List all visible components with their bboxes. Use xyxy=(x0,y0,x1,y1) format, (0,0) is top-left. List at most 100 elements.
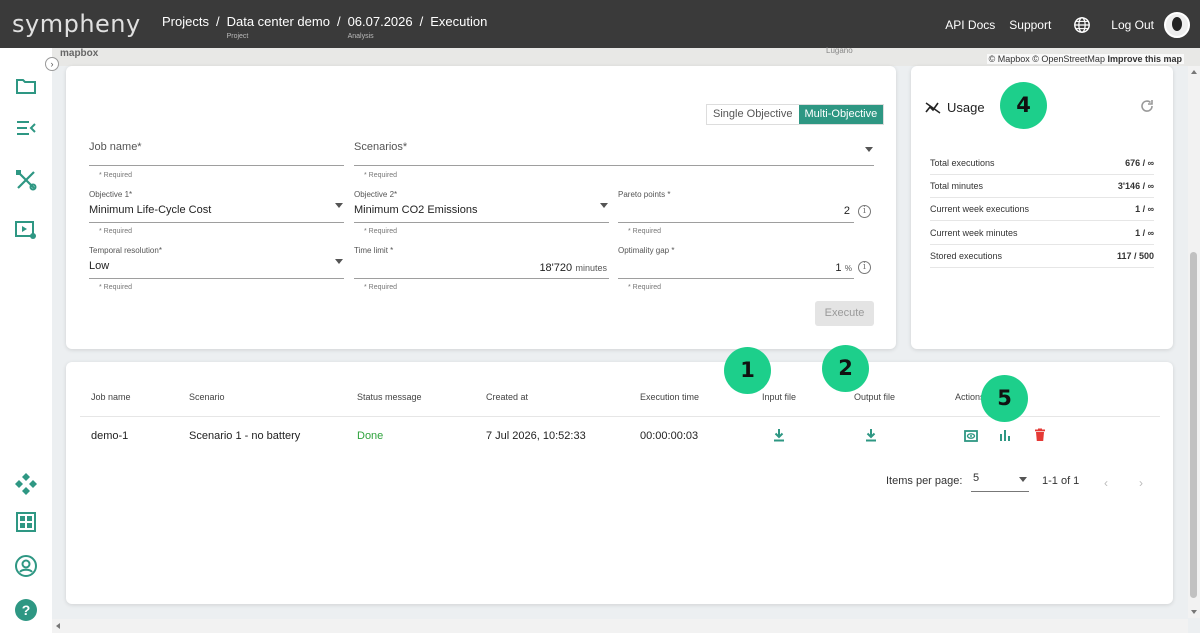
pareto-points-hint: * Required xyxy=(628,228,662,235)
annotation-badge-5: 5 xyxy=(981,375,1028,422)
items-per-page-select[interactable]: 5 xyxy=(971,470,1029,492)
chevron-down-icon xyxy=(335,203,343,208)
objective1-select[interactable]: Objective 1* Minimum Life-Cycle Cost * R… xyxy=(89,190,344,235)
objective-toggle: Single Objective Multi-Objective xyxy=(706,104,885,125)
column-header-scenario[interactable]: Scenario xyxy=(189,392,225,402)
download-output-icon[interactable] xyxy=(864,428,878,442)
single-objective-button[interactable]: Single Objective xyxy=(707,105,799,124)
app-logo[interactable]: sympheny xyxy=(12,10,141,38)
map-place-label: Lugano xyxy=(826,46,853,55)
refresh-icon[interactable] xyxy=(1140,99,1154,113)
pareto-points-input[interactable]: Pareto points * 2 * Required xyxy=(618,190,854,235)
temporal-resolution-select[interactable]: Temporal resolution* Low * Required xyxy=(89,246,344,291)
scroll-left-icon[interactable] xyxy=(56,623,60,629)
optimality-info-icon[interactable]: i xyxy=(858,261,871,274)
optimality-gap-value: 1 xyxy=(835,262,842,274)
tools-icon[interactable] xyxy=(14,168,38,192)
pareto-points-label: Pareto points * xyxy=(618,190,671,199)
multi-objective-button[interactable]: Multi-Objective xyxy=(798,105,884,124)
breadcrumb-separator: / xyxy=(419,14,424,29)
usage-row: Current week executions 1 / ∞ xyxy=(930,198,1154,221)
time-limit-hint: * Required xyxy=(364,284,398,291)
temporal-resolution-value: Low xyxy=(89,260,110,272)
breadcrumb-analysis[interactable]: 06.07.2026 Analysis xyxy=(348,14,413,40)
cell-status: Done xyxy=(357,430,384,442)
api-docs-link[interactable]: API Docs xyxy=(945,18,995,32)
column-header-created-at[interactable]: Created at xyxy=(486,392,528,402)
column-header-job-name[interactable]: Job name xyxy=(91,392,131,402)
job-name-label: Job name* xyxy=(89,141,142,153)
objective2-select[interactable]: Objective 2* Minimum CO2 Emissions * Req… xyxy=(354,190,609,235)
horizontal-scrollbar[interactable] xyxy=(52,619,1188,633)
chevron-down-icon xyxy=(865,147,873,152)
usage-row: Total executions 676 / ∞ xyxy=(930,152,1154,175)
folder-icon[interactable] xyxy=(14,74,38,98)
chevron-down-icon xyxy=(335,259,343,264)
time-limit-unit: minutes xyxy=(575,263,607,273)
dashboard-icon[interactable] xyxy=(14,510,38,534)
improve-map-link[interactable]: Improve this map xyxy=(1107,54,1182,64)
objective1-label: Objective 1* xyxy=(89,190,133,199)
time-limit-label: Time limit * xyxy=(354,246,394,255)
network-icon[interactable] xyxy=(14,471,38,495)
time-limit-input[interactable]: Time limit * 18'720 minutes * Required xyxy=(354,246,609,291)
next-page-icon[interactable]: › xyxy=(1139,476,1143,490)
objective2-value: Minimum CO2 Emissions xyxy=(354,204,478,216)
scenarios-label: Scenarios* xyxy=(354,141,408,153)
optimality-gap-hint: * Required xyxy=(628,284,662,291)
sidebar: ? xyxy=(0,48,52,633)
pagination-range: 1-1 of 1 xyxy=(1042,475,1080,487)
vertical-scrollbar[interactable] xyxy=(1188,66,1200,618)
top-bar: sympheny Projects / Data center demo Pro… xyxy=(0,0,1200,48)
bar-chart-icon[interactable] xyxy=(998,428,1012,442)
sidebar-toggle-button[interactable]: › xyxy=(45,57,59,71)
logout-link[interactable]: Log Out xyxy=(1111,18,1154,32)
list-collapse-icon[interactable] xyxy=(14,116,38,140)
optimality-gap-label: Optimality gap * xyxy=(618,246,675,255)
job-name-field[interactable]: Job name* * Required xyxy=(89,141,344,181)
chevron-down-icon xyxy=(600,203,608,208)
execute-button[interactable]: Execute xyxy=(815,301,874,326)
breadcrumb-projects[interactable]: Projects xyxy=(162,14,209,29)
breadcrumb: Projects / Data center demo Project / 06… xyxy=(162,14,487,40)
optimality-gap-unit: % xyxy=(844,264,852,273)
breadcrumb-separator: / xyxy=(215,14,220,29)
cell-created-at: 7 Jul 2026, 10:52:33 xyxy=(486,430,586,442)
delete-icon[interactable] xyxy=(1033,428,1047,442)
objective2-hint: * Required xyxy=(364,228,398,235)
scroll-up-icon[interactable] xyxy=(1191,70,1197,74)
map-attribution: © Mapbox © OpenStreetMap Improve this ma… xyxy=(986,54,1184,64)
execution-settings-icon[interactable] xyxy=(14,218,38,242)
view-icon[interactable] xyxy=(964,429,978,443)
avatar[interactable] xyxy=(1164,12,1190,38)
usage-row: Total minutes 3'146 / ∞ xyxy=(930,175,1154,198)
objective2-label: Objective 2* xyxy=(354,190,398,199)
annotation-badge-1: 1 xyxy=(724,347,771,394)
objective1-hint: * Required xyxy=(99,228,133,235)
column-header-execution-time[interactable]: Execution time xyxy=(640,392,699,402)
objective1-value: Minimum Life-Cycle Cost xyxy=(89,204,212,216)
optimality-gap-input[interactable]: Optimality gap * 1 % * Required xyxy=(618,246,854,291)
mapbox-logo: mapbox xyxy=(60,48,99,59)
globe-icon[interactable] xyxy=(1073,16,1091,34)
pareto-info-icon[interactable]: i xyxy=(858,205,871,218)
scrollbar-thumb[interactable] xyxy=(1190,252,1197,598)
usage-row: Current week minutes 1 / ∞ xyxy=(930,222,1154,245)
help-icon[interactable]: ? xyxy=(14,598,38,622)
usage-title: Usage xyxy=(947,100,985,115)
support-link[interactable]: Support xyxy=(1009,18,1051,32)
job-name-hint: * Required xyxy=(99,172,133,179)
top-nav: API Docs Support Log Out xyxy=(945,12,1190,38)
chart-trend-icon xyxy=(925,102,941,114)
breadcrumb-project[interactable]: Data center demo Project xyxy=(227,14,330,40)
previous-page-icon[interactable]: ‹ xyxy=(1104,476,1108,490)
scroll-down-icon[interactable] xyxy=(1191,610,1197,614)
scenarios-select[interactable]: Scenarios* * Required xyxy=(354,141,874,181)
account-icon[interactable] xyxy=(14,554,38,578)
column-header-status[interactable]: Status message xyxy=(357,392,422,402)
cell-scenario: Scenario 1 - no battery xyxy=(189,430,301,442)
svg-text:?: ? xyxy=(22,602,31,618)
annotation-badge-2: 2 xyxy=(822,345,869,392)
cell-job-name: demo-1 xyxy=(91,430,129,442)
download-input-icon[interactable] xyxy=(772,428,786,442)
